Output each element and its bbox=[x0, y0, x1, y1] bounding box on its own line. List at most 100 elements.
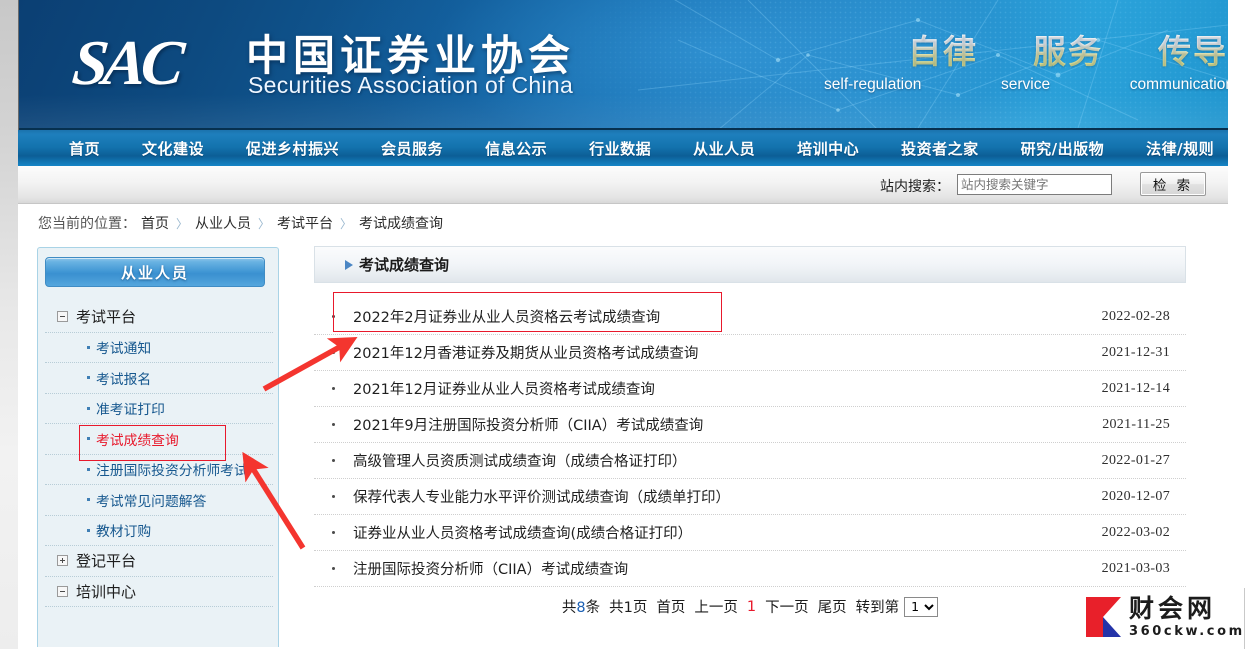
square-bullet-icon bbox=[87, 498, 90, 502]
list-item-date: 2022-02-28 bbox=[1101, 308, 1170, 324]
list-item-title[interactable]: 高级管理人员资质测试成绩查询（成绩合格证打印） bbox=[353, 450, 1102, 471]
watermark-cn: 财会网 bbox=[1129, 594, 1217, 623]
site-banner: SAC 中国证券业协会 Securities Association of Ch… bbox=[18, 0, 1228, 128]
breadcrumb: 您当前的位置： 首页 〉 从业人员 〉 考试平台 〉 考试成绩查询 bbox=[38, 213, 443, 233]
breadcrumb-sep-0: 〉 bbox=[176, 216, 189, 231]
sidebar-item-faq[interactable]: 考试常见问题解答 bbox=[45, 485, 273, 516]
sidebar-item-admission-ticket[interactable]: 准考证打印 bbox=[45, 394, 273, 424]
square-bullet-icon bbox=[87, 437, 90, 441]
list-item[interactable]: 2021年12月证券业从业人员资格考试成绩查询 2021-12-14 bbox=[314, 371, 1186, 407]
square-bullet-icon bbox=[87, 528, 90, 532]
list-item-title[interactable]: 2021年12月香港证券及期货从业员资格考试成绩查询 bbox=[353, 342, 1102, 363]
list-item-title[interactable]: 保荐代表人专业能力水平评价测试成绩查询（成绩单打印） bbox=[353, 486, 1102, 507]
list-item-title[interactable]: 2022年2月证券业从业人员资格云考试成绩查询 bbox=[353, 306, 1102, 327]
pagination-first[interactable]: 首页 bbox=[656, 596, 685, 617]
sidebar-label-7: 教材订购 bbox=[96, 524, 152, 541]
list-item-date: 2021-12-31 bbox=[1101, 344, 1170, 360]
sidebar-item-score-query[interactable]: 考试成绩查询 bbox=[45, 424, 273, 455]
square-bullet-icon bbox=[87, 467, 90, 471]
sidebar-item-exam-platform[interactable]: 考试平台 bbox=[45, 302, 273, 333]
pages-prefix: 共 bbox=[609, 600, 624, 616]
nav-item-industry[interactable]: 行业数据 bbox=[568, 138, 672, 159]
breadcrumb-sep-2: 〉 bbox=[340, 216, 353, 231]
plus-icon[interactable] bbox=[57, 555, 68, 567]
minus-icon[interactable] bbox=[57, 311, 68, 323]
list-item-date: 2021-11-25 bbox=[1102, 416, 1170, 432]
watermark-text: 财会网 360ckw.com bbox=[1129, 596, 1245, 638]
breadcrumb-item-3[interactable]: 考试成绩查询 bbox=[359, 213, 443, 233]
list-item[interactable]: 保荐代表人专业能力水平评价测试成绩查询（成绩单打印） 2020-12-07 bbox=[314, 479, 1186, 515]
pages-suffix: 页 bbox=[632, 600, 648, 616]
watermark-logo: 财会网 360ckw.com bbox=[1083, 589, 1242, 645]
breadcrumb-item-2[interactable]: 考试平台 bbox=[277, 213, 333, 233]
sidebar-item-ciia-exam[interactable]: 注册国际投资分析师考试 bbox=[45, 455, 273, 485]
nav-item-law[interactable]: 法律/规则 bbox=[1125, 138, 1235, 159]
sidebar-menu: 考试平台 考试通知 考试报名 准考证打印 考试成绩查询 注册国际投资分析师考试 bbox=[45, 302, 273, 607]
sidebar-item-exam-registration[interactable]: 考试报名 bbox=[45, 363, 273, 394]
nav-item-research[interactable]: 研究/出版物 bbox=[1000, 138, 1125, 159]
pagination-current-page[interactable]: 1 bbox=[747, 599, 756, 615]
list-item[interactable]: 注册国际投资分析师（CIIA）考试成绩查询 2021-03-03 bbox=[314, 551, 1186, 587]
total-prefix: 共 bbox=[561, 600, 577, 616]
sidebar-label-1: 考试通知 bbox=[96, 341, 152, 358]
nav-item-home[interactable]: 首页 bbox=[48, 138, 121, 159]
breadcrumb-bar: 您当前的位置： 首页 〉 从业人员 〉 考试平台 〉 考试成绩查询 bbox=[18, 205, 1228, 241]
list-item[interactable]: 2022年2月证券业从业人员资格云考试成绩查询 2022-02-28 bbox=[314, 299, 1186, 335]
slogan-en-2: communication bbox=[1129, 76, 1228, 93]
list-item-date: 2021-03-03 bbox=[1101, 560, 1170, 576]
square-bullet-icon bbox=[87, 376, 90, 380]
breadcrumb-item-0[interactable]: 首页 bbox=[141, 213, 169, 233]
sidebar-item-training-center[interactable]: 培训中心 bbox=[45, 577, 273, 607]
nav-item-member[interactable]: 会员服务 bbox=[360, 138, 464, 159]
breadcrumb-item-1[interactable]: 从业人员 bbox=[195, 213, 251, 233]
list-item-date: 2021-12-14 bbox=[1101, 380, 1170, 396]
sidebar-label-0: 考试平台 bbox=[76, 308, 137, 327]
content-panel-header: 考试成绩查询 bbox=[314, 246, 1186, 283]
nav-item-culture[interactable]: 文化建设 bbox=[121, 138, 225, 159]
list-item[interactable]: 2021年12月香港证券及期货从业员资格考试成绩查询 2021-12-31 bbox=[314, 335, 1186, 371]
nav-item-training[interactable]: 培训中心 bbox=[776, 138, 880, 159]
list-item[interactable]: 证券业从业人员资格考试成绩查询(成绩合格证打印） 2022-03-02 bbox=[314, 515, 1186, 551]
bullet-dot-icon bbox=[332, 567, 335, 570]
site-title-en: Securities Association of China bbox=[248, 72, 574, 98]
search-button[interactable]: 检 索 bbox=[1140, 172, 1206, 196]
list-item-title[interactable]: 2021年12月证券业从业人员资格考试成绩查询 bbox=[353, 378, 1102, 399]
left-gutter bbox=[0, 0, 18, 649]
search-bar: 站内搜索： 检 索 bbox=[18, 166, 1228, 204]
nav-item-about[interactable]: 了解协会 bbox=[1235, 138, 1245, 159]
sidebar-label-6: 考试常见问题解答 bbox=[96, 493, 207, 510]
bullet-dot-icon bbox=[332, 531, 335, 534]
content-panel: 考试成绩查询 2022年2月证券业从业人员资格云考试成绩查询 2022-02-2… bbox=[314, 246, 1186, 587]
sidebar-item-textbook-order[interactable]: 教材订购 bbox=[45, 516, 273, 546]
nav-item-investor[interactable]: 投资者之家 bbox=[880, 138, 1000, 159]
total-suffix: 条 bbox=[585, 600, 601, 616]
list-item-title[interactable]: 证券业从业人员资格考试成绩查询(成绩合格证打印） bbox=[353, 522, 1102, 543]
pagination-last[interactable]: 尾页 bbox=[818, 596, 847, 617]
sidebar-item-registration-platform[interactable]: 登记平台 bbox=[45, 546, 273, 577]
pagination-prev[interactable]: 上一页 bbox=[694, 596, 738, 617]
sidebar-item-exam-notice[interactable]: 考试通知 bbox=[45, 333, 273, 363]
minus-icon[interactable] bbox=[57, 585, 68, 597]
score-query-list: 2022年2月证券业从业人员资格云考试成绩查询 2022-02-28 2021年… bbox=[314, 299, 1186, 587]
list-item[interactable]: 2021年9月注册国际投资分析师（CIIA）考试成绩查询 2021-11-25 bbox=[314, 407, 1186, 443]
sidebar-label-3: 准考证打印 bbox=[96, 402, 165, 419]
nav-item-practitioner[interactable]: 从业人员 bbox=[672, 138, 776, 159]
square-bullet-icon bbox=[87, 406, 90, 410]
search-input[interactable] bbox=[957, 174, 1112, 195]
nav-item-disclosure[interactable]: 信息公示 bbox=[464, 138, 568, 159]
slogan-cn-1: 服务 bbox=[1033, 25, 1103, 73]
list-item-title[interactable]: 2021年9月注册国际投资分析师（CIIA）考试成绩查询 bbox=[353, 414, 1102, 435]
pagination-next[interactable]: 下一页 bbox=[765, 596, 809, 617]
gutter-edge-line bbox=[18, 0, 19, 130]
list-item-title[interactable]: 注册国际投资分析师（CIIA）考试成绩查询 bbox=[353, 558, 1102, 579]
breadcrumb-sep-1: 〉 bbox=[258, 216, 271, 231]
sidebar-header: 从业人员 bbox=[45, 257, 265, 287]
pagination-goto-select[interactable]: 1 bbox=[904, 596, 939, 617]
bullet-dot-icon bbox=[332, 315, 335, 318]
nav-item-rural[interactable]: 促进乡村振兴 bbox=[225, 138, 360, 159]
total-count: 8 bbox=[576, 600, 586, 616]
slogan-group-cn: 自律 服务 传导 bbox=[908, 25, 1228, 73]
list-item[interactable]: 高级管理人员资质测试成绩查询（成绩合格证打印） 2022-01-27 bbox=[314, 443, 1186, 479]
sidebar-label-2: 考试报名 bbox=[96, 371, 152, 388]
total-pages: 共1页 bbox=[609, 596, 647, 617]
